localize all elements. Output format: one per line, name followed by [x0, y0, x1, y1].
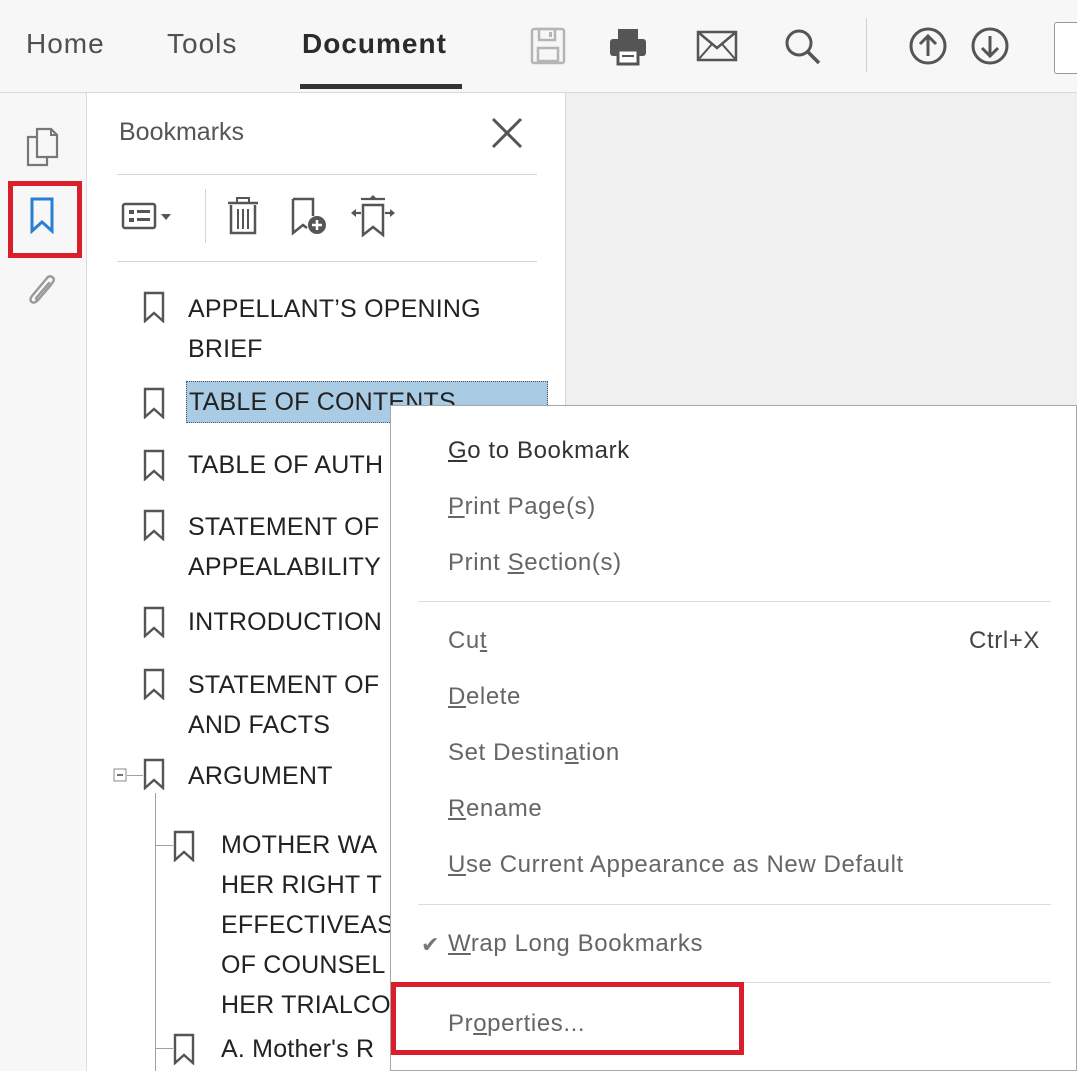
close-icon[interactable] — [487, 113, 527, 153]
bookmark-line: HER TRIALCO — [221, 991, 391, 1019]
label-part: rint Page(s) — [464, 493, 596, 520]
next-page-icon[interactable] — [966, 22, 1014, 70]
menu-item-set-destination[interactable]: Set Destination — [448, 739, 620, 767]
bookmark-line: STATEMENT OF — [188, 671, 380, 699]
bookmark-line: HER RIGHT T — [221, 871, 383, 899]
bookmark-line: TABLE OF AUTH — [188, 451, 384, 479]
options-menu-icon[interactable] — [119, 193, 183, 239]
panel-title: Bookmarks — [119, 118, 245, 146]
label-part: ection(s) — [524, 549, 622, 576]
print-icon[interactable] — [604, 22, 652, 70]
bookmark-line: INTRODUCTION — [188, 608, 383, 636]
accelerator-key: D — [448, 683, 466, 710]
expand-bookmark-icon[interactable] — [351, 193, 395, 239]
accelerator-key: t — [479, 627, 488, 654]
menu-item-rename[interactable]: Rename — [448, 795, 542, 823]
search-icon[interactable] — [778, 22, 826, 70]
bookmark-item[interactable]: APPELLANT’S OPENING BRIEF — [188, 289, 481, 369]
label-part: o to Bookmark — [467, 437, 630, 464]
bookmark-icon — [173, 830, 195, 867]
menu-item-wrap-long-bookmarks[interactable]: Wrap Long Bookmarks — [448, 930, 703, 958]
page-thumbnails-icon[interactable] — [18, 123, 66, 171]
properties-highlight — [391, 982, 744, 1055]
label-part: Cu — [448, 627, 480, 654]
bookmark-item[interactable]: TABLE OF AUTH — [188, 445, 383, 485]
tree-connector — [127, 775, 143, 776]
bookmark-item[interactable]: STATEMENT OF AND FACTS — [188, 665, 379, 745]
tab-tools[interactable]: Tools — [167, 28, 237, 60]
attachment-icon[interactable] — [18, 267, 66, 315]
tab-home[interactable]: Home — [26, 28, 105, 60]
label-part: Set Destin — [448, 739, 565, 766]
bookmark-icon — [143, 387, 165, 424]
bookmark-icon — [173, 1033, 195, 1070]
bookmark-line: EFFECTIVEAS — [221, 911, 395, 939]
bookmark-icon-highlight — [8, 181, 82, 258]
bookmark-item[interactable]: A. Mother's R — [221, 1029, 374, 1069]
bookmark-item[interactable]: MOTHER WA HER RIGHT T EFFECTIVEAS OF COU… — [221, 825, 394, 1025]
accelerator-key: S — [507, 549, 525, 576]
email-icon[interactable] — [693, 22, 741, 70]
page-number-input[interactable] — [1054, 22, 1077, 74]
menu-item-go-to-bookmark[interactable]: Go to Bookmark — [448, 437, 630, 465]
prev-page-icon[interactable] — [904, 22, 952, 70]
menu-item-cut[interactable]: Cut — [448, 627, 487, 655]
bookmark-icon — [143, 509, 165, 546]
tree-connector — [155, 1048, 173, 1049]
menu-item-print-section[interactable]: Print Section(s) — [448, 549, 622, 577]
bookmark-line: OF COUNSEL — [221, 951, 386, 979]
bookmark-icon — [143, 758, 165, 795]
bookmark-item[interactable]: STATEMENT OF APPEALABILITY — [188, 507, 381, 587]
bookmark-item[interactable]: ARGUMENT — [188, 756, 333, 796]
bookmark-line: A. Mother's R — [221, 1035, 375, 1063]
menu-separator — [418, 904, 1051, 905]
accelerator-key: G — [448, 437, 468, 464]
bookmark-icon — [143, 668, 165, 705]
top-toolbar: Home Tools Document — [0, 0, 1077, 93]
tab-document[interactable]: Document — [302, 28, 447, 60]
bookmark-line: ARGUMENT — [188, 762, 333, 790]
new-bookmark-icon[interactable] — [287, 193, 331, 239]
menu-separator — [418, 601, 1051, 602]
menu-item-print-pages[interactable]: Print Page(s) — [448, 493, 596, 521]
label-part: se Current Appearance as New Default — [465, 851, 904, 878]
bookmark-icon — [143, 291, 165, 328]
accelerator-key: R — [448, 795, 466, 822]
bookmark-line: APPELLANT’S OPENING — [188, 295, 481, 323]
shortcut-label: Ctrl+X — [969, 627, 1040, 654]
bookmark-icon — [143, 449, 165, 486]
accelerator-key: P — [448, 493, 465, 520]
bookmark-line: BRIEF — [188, 335, 263, 363]
accelerator-key: W — [448, 930, 471, 957]
menu-item-delete[interactable]: Delete — [448, 683, 521, 711]
bookmark-line: STATEMENT OF — [188, 513, 380, 541]
bookmark-line: APPEALABILITY — [188, 553, 381, 581]
bookmark-icon — [143, 606, 165, 643]
bookmark-item[interactable]: INTRODUCTION — [188, 602, 382, 642]
toolbar-divider — [866, 18, 867, 72]
panel-divider — [117, 174, 537, 175]
label-part: elete — [465, 683, 521, 710]
active-tab-indicator — [300, 84, 462, 89]
context-menu: Go to Bookmark Print Page(s) Print Secti… — [390, 405, 1077, 1071]
accelerator-key: U — [448, 851, 466, 878]
accelerator-key: a — [564, 739, 579, 766]
label-part: tion — [578, 739, 620, 766]
label-part: rap Long Bookmarks — [470, 930, 704, 957]
bookmark-line: AND FACTS — [188, 711, 331, 739]
menu-item-use-current-appearance[interactable]: Use Current Appearance as New Default — [448, 851, 904, 879]
label-part: ename — [465, 795, 543, 822]
tree-connector — [155, 793, 156, 1071]
bookmark-line: MOTHER WA — [221, 831, 378, 859]
panel-divider — [117, 261, 537, 262]
checkmark-icon: ✔ — [421, 932, 440, 957]
label-part: Print — [448, 549, 508, 576]
save-icon[interactable] — [524, 22, 572, 70]
collapse-toggle[interactable] — [113, 768, 127, 787]
toolbar-divider — [205, 189, 206, 243]
tree-connector — [155, 845, 173, 846]
delete-icon[interactable] — [221, 193, 265, 239]
